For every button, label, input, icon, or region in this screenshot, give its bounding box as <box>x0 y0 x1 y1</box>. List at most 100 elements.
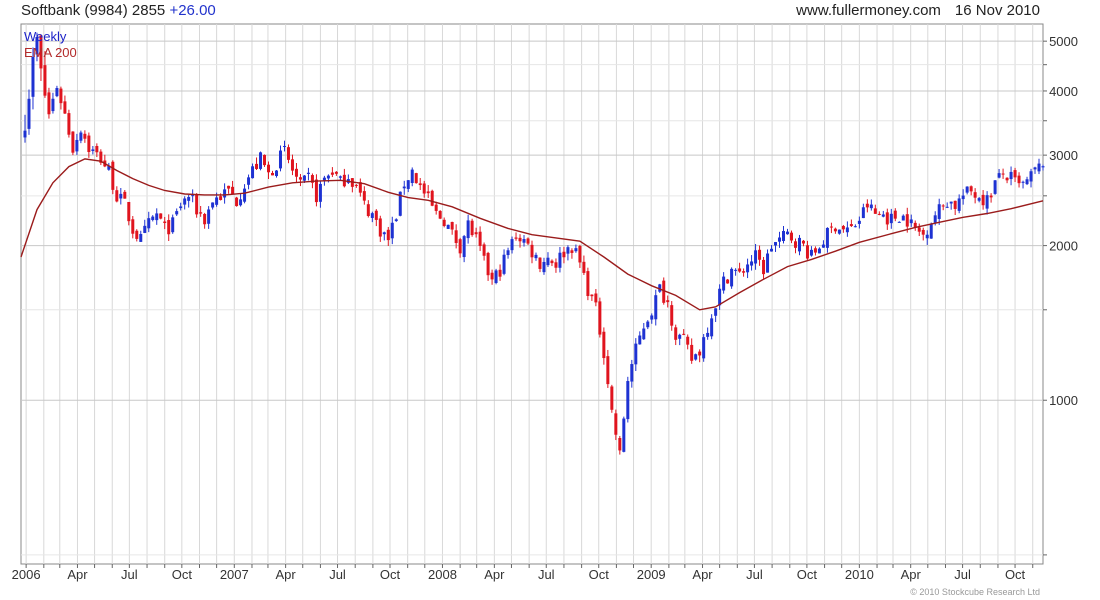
candle-body <box>131 219 135 234</box>
candle-body <box>945 206 949 208</box>
candle-body <box>754 250 758 264</box>
candle-body <box>494 270 498 283</box>
candle-body <box>47 92 51 115</box>
candle-body <box>566 247 570 254</box>
candle-body <box>905 214 909 227</box>
candle-body <box>159 213 163 219</box>
candle-body <box>602 331 606 359</box>
candle-body <box>406 180 410 189</box>
candle-body <box>203 213 207 225</box>
candle-body <box>550 260 554 264</box>
candle-body <box>937 204 941 219</box>
candle-body <box>302 175 306 181</box>
candle-body <box>286 147 290 160</box>
candle-body <box>646 321 650 328</box>
candle-body <box>714 308 718 316</box>
candle-body <box>642 328 646 340</box>
candle-body <box>925 234 929 239</box>
candle-body <box>630 364 634 382</box>
candle-body <box>941 205 945 207</box>
copyright-credit: © 2010 Stockcube Research Ltd <box>910 587 1040 597</box>
candle-body <box>758 249 762 260</box>
candle-body <box>989 195 993 198</box>
candle-body <box>949 201 953 204</box>
candle-body <box>259 152 263 169</box>
candle-body <box>825 227 829 248</box>
candle-body <box>255 163 259 169</box>
candle-body <box>897 221 901 223</box>
candle-body <box>466 220 470 239</box>
candle-body <box>139 234 143 242</box>
candle-body <box>786 231 789 235</box>
candle-body <box>290 159 294 171</box>
x-tick-label: Jul <box>538 567 555 582</box>
candle-body <box>805 245 809 259</box>
candle-body <box>750 261 754 266</box>
candle-body <box>993 180 997 194</box>
candle-body <box>770 248 774 252</box>
candle-body <box>869 204 873 209</box>
candle-body <box>638 335 642 345</box>
candle-body <box>450 221 454 230</box>
candle-body <box>873 208 877 214</box>
candle-body <box>167 220 171 235</box>
candle-body <box>51 98 55 112</box>
x-tick-label: Apr <box>484 567 505 582</box>
candle-body <box>271 172 275 176</box>
candle-body <box>227 185 231 189</box>
candle-body <box>518 237 522 242</box>
candle-body <box>390 222 394 239</box>
candle-body <box>622 418 626 452</box>
candle-body <box>921 229 925 235</box>
candle-body <box>151 216 155 221</box>
x-tick-label: Oct <box>380 567 401 582</box>
candle-body <box>1021 181 1025 183</box>
candle-body <box>231 186 235 195</box>
candle-body <box>690 344 694 361</box>
candle-body <box>454 230 458 244</box>
x-tick-label: 2006 <box>12 567 41 582</box>
y-tick-label: 4000 <box>1049 84 1078 99</box>
candle-body <box>654 295 658 320</box>
candle-body <box>1025 179 1029 185</box>
candle-body <box>79 132 83 141</box>
candle-body <box>590 294 594 297</box>
y-tick-label: 5000 <box>1049 34 1078 49</box>
candle-body <box>562 251 566 258</box>
candle-body <box>422 183 426 194</box>
candle-body <box>837 229 841 234</box>
candle-body <box>917 227 921 232</box>
candle-body <box>490 272 494 280</box>
candle-body <box>833 228 837 232</box>
candle-body <box>730 268 734 287</box>
candle-body <box>1017 175 1021 184</box>
candle-body <box>981 194 985 206</box>
candle-body <box>746 264 750 273</box>
price-chart: 2006 Apr Jul Oct 2007 Apr Jul Oct 2008 Apr Jul Oct 2… <box>12 23 1078 582</box>
candle-body <box>219 196 223 200</box>
candle-body <box>1009 171 1013 180</box>
candle-body <box>55 88 59 97</box>
candle-body <box>446 224 450 229</box>
candle-body <box>766 253 770 273</box>
candle-body <box>370 213 374 218</box>
candle-body <box>91 149 95 151</box>
candle-body <box>434 204 438 211</box>
candle-body <box>326 175 330 179</box>
candle-body <box>893 210 897 219</box>
candle-body <box>789 232 793 241</box>
candle-body <box>506 250 510 256</box>
candle-body <box>1013 170 1017 178</box>
candle-body <box>267 164 271 173</box>
y-tick-label: 2000 <box>1049 239 1078 254</box>
candle-body <box>522 239 526 243</box>
candle-body <box>71 131 75 153</box>
x-tick-label: Apr <box>67 567 88 582</box>
candle-body <box>83 133 87 139</box>
candle-body <box>933 215 937 223</box>
candle-body <box>530 244 534 258</box>
candle-body <box>175 211 179 215</box>
candle-body <box>402 186 406 189</box>
candle-body <box>294 168 298 177</box>
x-tick-label: Jul <box>954 567 971 582</box>
